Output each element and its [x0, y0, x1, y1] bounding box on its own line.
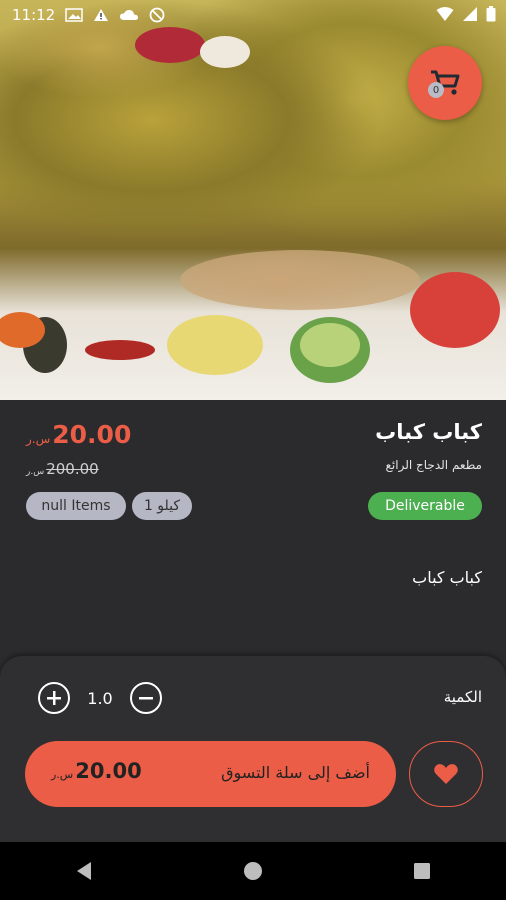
add-to-cart-price-value: 20.00 — [75, 759, 142, 783]
add-to-cart-label: أضف إلى سلة التسوق — [221, 763, 370, 782]
unit-chip: 1 كيلو — [132, 492, 192, 520]
price-currency: س.ر — [26, 432, 51, 446]
wifi-icon — [436, 7, 454, 21]
blocked-icon — [149, 7, 165, 23]
cart-count-badge: 0 — [428, 82, 444, 98]
status-time: 11:12 — [12, 6, 56, 24]
cart-button[interactable]: 0 — [408, 46, 482, 120]
order-panel: الكمية 1.0 أضف إلى سلة التسوق س.ر 20.00 — [0, 656, 506, 842]
quantity-value: 1.0 — [87, 688, 113, 708]
product-title: كباب كباب — [375, 420, 482, 444]
signal-icon — [463, 7, 477, 21]
old-price: س.ر 200.00 — [26, 460, 99, 478]
items-chip: null Items — [26, 492, 126, 520]
navigation-bar — [0, 842, 506, 900]
quantity-stepper: 1.0 — [38, 682, 162, 714]
old-price-value: 200.00 — [46, 460, 99, 478]
plus-icon — [47, 691, 61, 705]
home-icon[interactable] — [242, 860, 264, 882]
increase-quantity-button[interactable] — [38, 682, 70, 714]
minus-icon — [139, 697, 153, 700]
status-bar: 11:12 — [0, 0, 506, 32]
price-value: 20.00 — [52, 420, 132, 449]
deliverable-badge: Deliverable — [368, 492, 482, 520]
decrease-quantity-button[interactable] — [130, 682, 162, 714]
old-price-currency: س.ر — [26, 467, 45, 477]
quantity-label: الكمية — [443, 688, 482, 706]
alert-icon — [94, 9, 109, 21]
battery-icon — [486, 6, 496, 22]
image-icon — [65, 8, 83, 22]
favorite-button[interactable] — [409, 741, 483, 807]
product-description: كباب كباب — [412, 568, 482, 587]
cloud-icon — [120, 10, 139, 20]
back-icon[interactable] — [73, 860, 95, 882]
recents-icon[interactable] — [411, 860, 433, 882]
add-to-cart-price: س.ر 20.00 — [51, 759, 142, 783]
add-to-cart-button[interactable]: أضف إلى سلة التسوق س.ر 20.00 — [25, 741, 396, 807]
heart-icon — [434, 764, 458, 784]
add-to-cart-currency: س.ر — [51, 768, 74, 781]
restaurant-name: مطعم الدجاج الرائع — [385, 458, 482, 472]
product-price: س.ر 20.00 — [26, 420, 131, 449]
